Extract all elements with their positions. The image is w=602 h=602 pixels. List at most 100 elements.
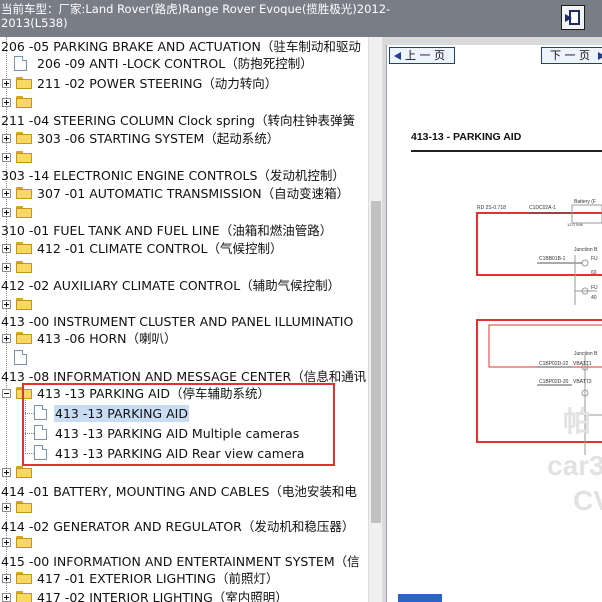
- viewer-navbar: 上 一 页 下 一 页: [387, 45, 602, 66]
- triangle-left-icon: [394, 52, 401, 60]
- diagram-label: C1BP02D-22: [539, 361, 569, 367]
- next-page-label: 下 一 页: [550, 49, 590, 62]
- diagram-label: VBATT3: [573, 379, 592, 385]
- triangle-right-icon: [598, 52, 602, 60]
- tree-item-label: 211 -04 STEERING COLUMN Clock spring（转向柱…: [1, 113, 355, 128]
- fuse-symbol: [581, 259, 589, 267]
- folder-icon: [16, 536, 32, 548]
- folder-icon: [16, 77, 32, 89]
- vehicle-label: 当前车型：: [1, 2, 59, 16]
- tree-connector: [25, 391, 26, 451]
- diagram-label: 12.0 Volt: [567, 222, 583, 227]
- expand-toggle[interactable]: [2, 208, 11, 217]
- expand-toggle[interactable]: [2, 503, 11, 512]
- expand-toggle[interactable]: [2, 334, 11, 343]
- folder-icon: [16, 298, 32, 310]
- expand-toggle[interactable]: [2, 189, 11, 198]
- tree-item-label: 414 -01 BATTERY, MOUNTING AND CABLES（电池安…: [1, 484, 357, 499]
- document-icon: [34, 405, 47, 420]
- watermark-text: CV: [573, 485, 602, 516]
- tree-item-label: 417 -02 INTERIOR LIGHTING（室内照明）: [37, 590, 288, 602]
- tree-item-label: 303 -06 STARTING SYSTEM（起动系统）: [37, 131, 280, 146]
- folder-icon: [16, 501, 32, 513]
- tree-item-label: 413 -00 INSTRUMENT CLUSTER AND PANEL ILL…: [1, 314, 354, 329]
- arrow-right-icon: [565, 14, 572, 22]
- folder-icon: [16, 151, 32, 163]
- diagram-label: C1BB01B-1: [539, 256, 566, 262]
- diagram-label: 60: [591, 270, 597, 276]
- diagram-label: Junction B: [574, 351, 598, 357]
- diagram-label: VBATT1: [573, 361, 592, 367]
- tree-item-label: 413 -13 PARKING AID Rear view camera: [55, 446, 305, 461]
- watermark-text: car3: [547, 450, 602, 481]
- document-icon: [14, 350, 27, 365]
- document-icon: [34, 425, 47, 440]
- folder-icon: [16, 261, 32, 273]
- tree-item-label: 414 -02 GENERATOR AND REGULATOR（发动机和稳压器）: [1, 519, 355, 534]
- tree-connector: [25, 453, 34, 454]
- folder-icon: [16, 132, 32, 144]
- diagram-label: Battery (F: [574, 199, 596, 205]
- category-tree: 206 -05 PARKING BRAKE AND ACTUATION（驻车制动…: [0, 37, 368, 602]
- expand-toggle[interactable]: [2, 98, 11, 107]
- folder-open-icon: [16, 387, 32, 399]
- next-page-button[interactable]: 下 一 页: [541, 47, 602, 64]
- folder-icon: [16, 591, 32, 602]
- scrollbar-thumb[interactable]: [371, 201, 381, 523]
- tree-item-label: 415 -00 INFORMATION AND ENTERTAINMENT SY…: [1, 554, 360, 569]
- folder-icon: [16, 466, 32, 478]
- expand-toggle[interactable]: [2, 244, 11, 253]
- vehicle-name: 厂家:Land Rover(路虎)Range Rover Evoque(揽胜极光…: [1, 2, 391, 30]
- tree-connector: [25, 413, 34, 414]
- title-rule: [411, 150, 602, 152]
- tree-connector: [25, 433, 34, 434]
- folder-icon: [16, 187, 32, 199]
- expand-toggle[interactable]: [2, 300, 11, 309]
- folder-icon: [16, 242, 32, 254]
- diagram-label: FU: [591, 256, 598, 262]
- tree-item-label: 206 -09 ANTI -LOCK CONTROL（防抱死控制）: [37, 56, 313, 71]
- watermark-text: 帕: [563, 406, 592, 437]
- tree-scrollbar[interactable]: [368, 37, 382, 602]
- expand-toggle[interactable]: [2, 574, 11, 583]
- prev-page-button[interactable]: 上 一 页: [389, 47, 455, 64]
- folder-icon: [16, 206, 32, 218]
- expand-toggle[interactable]: [2, 263, 11, 272]
- prev-page-label: 上 一 页: [405, 49, 445, 62]
- diagram-label: C1DC02A-1: [529, 205, 556, 211]
- tree-item-label: 307 -01 AUTOMATIC TRANSMISSION（自动变速箱）: [37, 186, 350, 201]
- tree-item-label: 206 -05 PARKING BRAKE AND ACTUATION（驻车制动…: [1, 39, 361, 54]
- exit-button[interactable]: [561, 5, 585, 30]
- expand-toggle[interactable]: [2, 538, 11, 547]
- diagram-label: 40: [591, 295, 597, 301]
- folder-icon: [16, 332, 32, 344]
- expand-toggle[interactable]: [2, 153, 11, 162]
- diagram-label: C1BP02D-20: [539, 379, 569, 385]
- vehicle-title: 当前车型：厂家:Land Rover(路虎)Range Rover Evoque…: [1, 2, 431, 30]
- title-bar: 当前车型：厂家:Land Rover(路虎)Range Rover Evoque…: [0, 0, 602, 37]
- tree-item-label: 413 -13 PARKING AID: [54, 405, 189, 422]
- expand-toggle[interactable]: [2, 593, 11, 602]
- tree-item-label: 412 -02 AUXILIARY CLIMATE CONTROL（辅助气候控制…: [1, 278, 341, 293]
- folder-icon: [16, 572, 32, 584]
- collapse-toggle[interactable]: [2, 389, 11, 398]
- folder-icon: [16, 96, 32, 108]
- tree-item-label: 310 -01 FUEL TANK AND FUEL LINE（油箱和燃油管路）: [1, 223, 333, 238]
- tree-item-label: 417 -01 EXTERIOR LIGHTING（前照灯）: [37, 571, 279, 586]
- tree-item-label: 413 -06 HORN（喇叭）: [37, 331, 177, 346]
- expand-toggle[interactable]: [2, 79, 11, 88]
- tree-item-label: 303 -14 ELECTRONIC ENGINE CONTROLS（发动机控制…: [1, 168, 345, 183]
- tree-item-label: 412 -01 CLIMATE CONTROL（气候控制）: [37, 241, 283, 256]
- document-title: 413-13 - PARKING AID: [411, 131, 522, 143]
- expand-toggle[interactable]: [2, 134, 11, 143]
- diagram-label: FU: [591, 285, 598, 291]
- tree-item-label: 413 -08 INFORMATION AND MESSAGE CENTER（信…: [1, 369, 367, 384]
- document-icon: [34, 445, 47, 460]
- diagram-label: Junction B: [574, 247, 598, 253]
- tree-item-label: 413 -13 PARKING AID Multiple cameras: [55, 426, 300, 441]
- tree-item-label: 413 -13 PARKING AID（停车辅助系统）: [37, 386, 270, 401]
- expand-toggle[interactable]: [2, 468, 11, 477]
- viewer-bottom-button[interactable]: [398, 594, 442, 602]
- document-viewer: 上 一 页 下 一 页 413-13 - PARKING AID RD 2S-0…: [386, 45, 602, 602]
- tree-item-label: 211 -02 POWER STEERING（动力转向）: [37, 76, 278, 91]
